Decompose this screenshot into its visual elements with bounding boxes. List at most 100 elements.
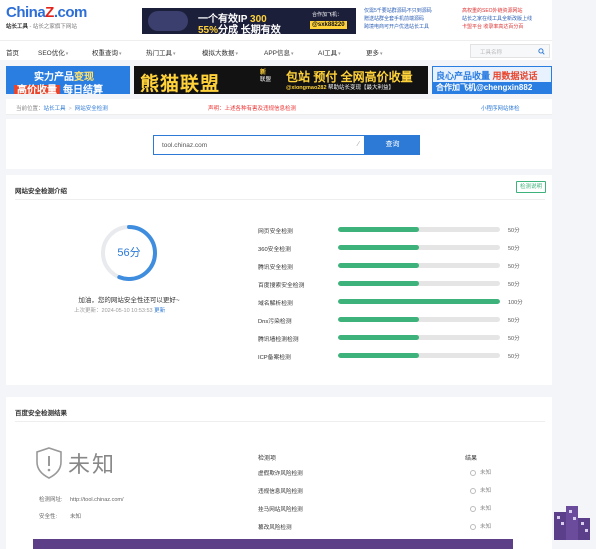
ad-banner-3[interactable]: 良心产品收量 用数据说话 合作加飞机@chengxin882 — [432, 66, 552, 94]
domain-input-wrapper: ∕ — [153, 135, 365, 155]
metric-row: 网页安全检测 50分 — [258, 225, 528, 235]
metric-label: 腾讯墙检测检测 — [258, 337, 299, 343]
metric-value: 50分 — [508, 228, 520, 234]
tool-search-input[interactable]: 工具名称 — [470, 44, 550, 58]
refresh-link[interactable]: 更新 — [154, 308, 165, 314]
nav-item-app[interactable]: APP信息▾ — [264, 47, 294, 57]
nav-item-hot-tools[interactable]: 热门工具▾ — [146, 47, 176, 57]
metric-row: 域名解析检测 100分 — [258, 297, 528, 307]
metric-row: 腾讯安全检测 50分 — [258, 261, 528, 271]
top-header: ChinaZ.com 站长工具 - 站长之家旗下网站 一个有效IP 300 55… — [0, 0, 552, 40]
bottom-ad-strip[interactable] — [33, 539, 513, 549]
breadcrumb: 当前位置：站长工具 > 网站安全检测 — [16, 104, 108, 112]
shield-icon — [36, 447, 62, 479]
result-label: 虚假欺诈风险检测 — [258, 471, 303, 477]
metric-label: 360安全检测 — [258, 247, 291, 253]
detection-notes-button[interactable]: 检测说明 — [516, 181, 546, 193]
header-text-links-a: 仅需5千要站群源码不只到源码 赠送站群全套手机前端源码 跨境电商可开户优选站长工… — [364, 7, 432, 31]
mini-program-link[interactable]: 小程序网站体检 — [481, 104, 520, 112]
metric-bar-track — [338, 227, 500, 232]
header-link[interactable]: 仅需5千要站群源码不只到源码 — [364, 7, 432, 15]
status-circle-icon — [470, 523, 476, 530]
ad-line-2: 55%分成 长期有效 — [198, 25, 281, 34]
result-status-cell: 未知 — [470, 504, 491, 512]
metric-label: 网页安全检测 — [258, 229, 293, 235]
metric-label: Dns污染检测 — [258, 319, 292, 325]
notice-link[interactable]: 声明：上述各种有害及违规信息检测 — [208, 104, 296, 112]
search-icon[interactable] — [538, 48, 545, 55]
metric-bar-track — [338, 281, 500, 286]
chevron-down-icon: ▾ — [291, 51, 294, 57]
metric-row: 360安全检测 50分 — [258, 243, 528, 253]
breadcrumb-prefix: 当前位置： — [16, 106, 44, 112]
header-link[interactable]: 站长之家在线工具全新改版上线 — [462, 15, 532, 23]
result-row: 篡改风险检测 未知 — [258, 522, 548, 532]
result-status-cell: 未知 — [470, 486, 491, 494]
metric-row: Dns污染检测 50分 — [258, 315, 528, 325]
ad-banner-1[interactable]: 实力产品变现 高价收量 每日结算 — [6, 66, 130, 94]
metric-bar-fill — [338, 245, 419, 250]
header-link[interactable]: 卡盟平台 收录率高达百分百 — [462, 23, 532, 31]
metric-bar-track — [338, 353, 500, 358]
floating-city-icon[interactable] — [552, 504, 592, 542]
metric-bar-fill — [338, 281, 419, 286]
ad-banner-2-subline: @xiongmao282 帮助站长变现【最大利益】 — [286, 85, 395, 91]
nav-item-more[interactable]: 更多▾ — [366, 47, 383, 57]
safety-row: 安全性: 未知 — [39, 514, 82, 520]
chevron-down-icon: ▾ — [65, 51, 69, 57]
metric-bar-track — [338, 317, 500, 322]
nav-item-ai[interactable]: AI工具▾ — [318, 47, 341, 57]
status-circle-icon — [470, 469, 476, 476]
baidu-results-card: 百度安全检测结果 未知 检测网址: http://tool.chinaz.com/… — [6, 397, 552, 549]
header-text-links-b: 高权重的SEO外链资源网站 站长之家在线工具全新改版上线 卡盟平台 收录率高达百… — [462, 7, 532, 31]
score-verdict: 加油，您的网站安全性还可以更好~ — [78, 297, 180, 304]
chevron-down-icon: ▾ — [173, 51, 176, 57]
metric-value: 50分 — [508, 264, 520, 270]
nav-item-seo[interactable]: SEO优化▾ — [38, 47, 68, 57]
clear-input-icon[interactable]: ∕ — [358, 141, 359, 148]
header-ad-banner[interactable]: 一个有效IP 300 55%分成 长期有效 合作加飞机： @sxk88220 — [142, 8, 356, 34]
result-row: 违规信息风险检测 未知 — [258, 486, 548, 496]
nav-item-weight[interactable]: 权重查询▾ — [92, 47, 122, 57]
main-nav: 首页 SEO优化▾ 权重查询▾ 热门工具▾ 模拟大数据▾ APP信息▾ AI工具… — [0, 40, 552, 60]
nav-item-home[interactable]: 首页 — [6, 47, 19, 57]
metric-bar-fill — [338, 299, 500, 304]
divider — [15, 421, 545, 422]
ad-banner-2[interactable]: 熊猫联盟 新联盟 包站 预付 全网高价收量 @xiongmao282 帮助站长变… — [134, 66, 428, 94]
ad-banner-3-line1: 良心产品收量 用数据说话 — [436, 71, 538, 81]
metric-bar-track — [338, 299, 500, 304]
checked-url[interactable]: http://tool.chinaz.com/ — [70, 497, 124, 503]
ad-contact-label: 合作加飞机： — [312, 12, 343, 18]
header-link[interactable]: 高权重的SEO外链资源网站 — [462, 7, 532, 15]
result-status: 未知 — [68, 452, 117, 477]
breadcrumb-link-security[interactable]: 网站安全检测 — [75, 106, 108, 112]
ad-banner-3-line2: 合作加飞机@chengxin882 — [433, 82, 551, 93]
breadcrumb-link-tools[interactable]: 站长工具 — [44, 106, 66, 112]
breadcrumb-bar: 当前位置：站长工具 > 网站安全检测 声明：上述各种有害及违规信息检测 小程序网站体… — [6, 99, 552, 115]
header-link[interactable]: 跨境电商可开户优选站长工具 — [364, 23, 432, 31]
ad-banner-1-line2: 高价收量 每日结算 — [14, 81, 103, 94]
metric-label: 百度搜索安全检测 — [258, 283, 305, 289]
result-status-cell: 未知 — [470, 468, 491, 476]
query-button[interactable]: 查询 — [365, 135, 420, 155]
metric-bar-fill — [338, 227, 419, 232]
logo-subtitle: 站长工具 - 站长之家旗下网站 — [6, 24, 77, 30]
ad-banner-2-title: 熊猫联盟 — [140, 74, 221, 94]
metric-bar-fill — [338, 335, 419, 340]
site-logo[interactable]: ChinaZ.com 站长工具 - 站长之家旗下网站 — [6, 4, 87, 30]
metric-row: 腾讯墙检测检测 50分 — [258, 333, 528, 343]
ad-banner-2-badge: 新联盟 — [260, 70, 272, 83]
nav-item-bigdata[interactable]: 模拟大数据▾ — [202, 47, 238, 57]
metric-row: ICP备案检测 50分 — [258, 351, 528, 361]
result-status-cell: 未知 — [470, 522, 491, 530]
query-panel: ∕ 查询 — [6, 119, 552, 169]
domain-input[interactable] — [154, 136, 334, 154]
checked-url-row: 检测网址: http://tool.chinaz.com/ — [39, 497, 124, 503]
metric-label: 腾讯安全检测 — [258, 265, 293, 271]
status-circle-icon — [470, 487, 476, 494]
metric-bar-track — [338, 245, 500, 250]
header-link[interactable]: 赠送站群全套手机前端源码 — [364, 15, 432, 23]
metric-row: 百度搜索安全检测 50分 — [258, 279, 528, 289]
result-row: 虚假欺诈风险检测 未知 — [258, 468, 548, 478]
chevron-down-icon: ▾ — [235, 51, 239, 57]
